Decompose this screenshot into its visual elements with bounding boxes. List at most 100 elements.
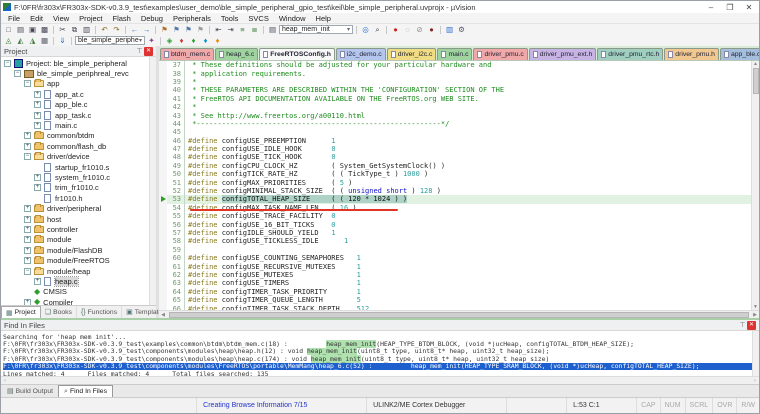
- code-line-46[interactable]: 46#define configUSE_PREEMPTION 1: [159, 137, 751, 145]
- expand-icon[interactable]: +: [24, 132, 31, 139]
- editor-tab-driver-pmu-rtc-h[interactable]: driver_pmu_rtc.h: [597, 48, 663, 60]
- nav-back-icon[interactable]: ←: [129, 25, 140, 35]
- code-line-51[interactable]: 51#define configMAX_PRIORITIES ( 5 ): [159, 178, 751, 186]
- code-line-41[interactable]: 41 * FreeRTOS API DOCUMENTATION AVAILABL…: [159, 95, 751, 103]
- tree-item-app-at-c[interactable]: +app_at.c: [1, 89, 149, 99]
- undo-icon[interactable]: ↶: [99, 25, 110, 35]
- peripherals-dialog-icon[interactable]: ♦: [200, 36, 211, 46]
- project-pin-icon[interactable]: ⊤: [135, 47, 144, 55]
- tree-item-module-heap[interactable]: −module/heap: [1, 266, 149, 276]
- breakpoint-disable-icon[interactable]: ◌: [402, 25, 413, 35]
- maximize-button[interactable]: ❐: [722, 3, 738, 12]
- save-icon[interactable]: ▣: [27, 25, 38, 35]
- paste-icon[interactable]: ▥: [81, 25, 92, 35]
- breakpoint-enable-icon[interactable]: ⊘: [414, 25, 425, 35]
- manage-rte-icon[interactable]: ◈: [164, 36, 175, 46]
- target-select-combo[interactable]: ble_simple_periphe▾: [75, 36, 145, 45]
- new-file-icon[interactable]: □: [3, 25, 14, 35]
- find-horizontal-scrollbar[interactable]: ‹ ›: [1, 376, 759, 384]
- uncomment-icon[interactable]: ≣: [249, 25, 260, 35]
- scroll-up-icon[interactable]: ▲: [753, 61, 758, 67]
- download-flash-icon[interactable]: ⇓: [57, 36, 68, 46]
- tree-item-app[interactable]: −app: [1, 79, 149, 89]
- expand-icon[interactable]: +: [24, 226, 31, 233]
- build-icon[interactable]: ◭: [15, 36, 26, 46]
- menu-help[interactable]: Help: [311, 14, 336, 23]
- tree-item-common-btdm[interactable]: +common/btdm: [1, 131, 149, 141]
- menu-window[interactable]: Window: [274, 14, 311, 23]
- tree-item-ble-simple-periphreal-revc[interactable]: −ble_simple_periphreal_revc: [1, 68, 149, 78]
- bookmark-clear-icon[interactable]: ⚑: [195, 25, 206, 35]
- expand-icon[interactable]: +: [34, 184, 41, 191]
- find-close-icon[interactable]: ✕: [747, 321, 756, 330]
- expand-icon[interactable]: +: [34, 112, 41, 119]
- collapse-icon[interactable]: −: [24, 153, 31, 160]
- code-line-63[interactable]: 63#define configUSE_TIMERS 1: [159, 279, 751, 287]
- code-line-62[interactable]: 62#define configUSE_MUTEXES 1: [159, 271, 751, 279]
- code-line-56[interactable]: 56#define configUSE_16_BIT_TICKS 0: [159, 220, 751, 228]
- tree-item-module-freertos[interactable]: +module/FreeRTOS: [1, 255, 149, 265]
- editor-tab-heap-6-c[interactable]: heap_6.c: [215, 48, 258, 60]
- bottom-tab-find-in-files[interactable]: ⌕Find In Files: [58, 385, 113, 397]
- boards-icon[interactable]: ♦: [188, 36, 199, 46]
- code-line-50[interactable]: 50#define configTICK_RATE_HZ ( ( TickTyp…: [159, 170, 751, 178]
- code-line-61[interactable]: 61#define configUSE_RECURSIVE_MUTEXES 1: [159, 262, 751, 270]
- open-file-icon[interactable]: ▤: [15, 25, 26, 35]
- menu-project[interactable]: Project: [74, 14, 107, 23]
- tree-item-driver-device[interactable]: −driver/device: [1, 152, 149, 162]
- editor-tab-i2c-demo-c[interactable]: i2c_demo.c: [336, 48, 386, 60]
- bookmark-toggle-icon[interactable]: ⚑: [159, 25, 170, 35]
- expand-icon[interactable]: +: [24, 257, 31, 264]
- editor-tab-driver-pmu-c[interactable]: driver_pmu.c: [473, 48, 527, 60]
- tree-item-module[interactable]: +module: [1, 235, 149, 245]
- tree-item-heap-c[interactable]: +heap.c: [1, 276, 149, 286]
- tree-item-controller[interactable]: +controller: [1, 224, 149, 234]
- code-line-39[interactable]: 39 *: [159, 78, 751, 86]
- code-line-53[interactable]: 53#define configTOTAL_HEAP_SIZE ( ( 120 …: [159, 195, 751, 203]
- expand-icon[interactable]: +: [24, 216, 31, 223]
- editor-tab-driver-i2c-c[interactable]: driver_i2c.c: [387, 48, 437, 60]
- tree-item-driver-peripheral[interactable]: +driver/peripheral: [1, 203, 149, 213]
- editor-horizontal-scrollbar[interactable]: ◀ ▶: [159, 310, 759, 318]
- code-line-42[interactable]: 42 *: [159, 103, 751, 111]
- expand-icon[interactable]: +: [24, 236, 31, 243]
- editor-tab-driver-pmu-ext-h[interactable]: driver_pmu_ext.h: [529, 48, 597, 60]
- save-all-icon[interactable]: ▩: [39, 25, 50, 35]
- code-line-47[interactable]: 47#define configUSE_IDLE_HOOK 0: [159, 145, 751, 153]
- editor-tab-freertosconfig-h[interactable]: FreeRTOSConfig.h: [259, 48, 335, 60]
- code-line-37[interactable]: 37 * These definitions should be adjuste…: [159, 61, 751, 69]
- menu-tools[interactable]: Tools: [216, 14, 244, 23]
- find-result-row-2[interactable]: F:\0FR\fr303x\FR303x-SDK-v0.3.9_test\com…: [3, 348, 752, 355]
- rebuild-all-icon[interactable]: ◮: [27, 36, 38, 46]
- editor-tab-driver-pmu-h[interactable]: driver_pmu.h: [664, 48, 719, 60]
- bottom-tab-build-output[interactable]: ▤Build Output: [2, 385, 58, 397]
- search-term-combo[interactable]: heap_mem_init▾: [279, 25, 353, 34]
- find-in-files-icon[interactable]: ◎: [360, 25, 371, 35]
- menu-edit[interactable]: Edit: [25, 14, 48, 23]
- expand-icon[interactable]: +: [24, 205, 31, 212]
- bookmark-prev-icon[interactable]: ⚑: [171, 25, 182, 35]
- project-tree-scrollbar[interactable]: [149, 57, 156, 305]
- editor-tab-btdm-mem-c[interactable]: btdm_mem.c: [160, 48, 214, 60]
- expand-icon[interactable]: +: [34, 278, 41, 285]
- panel-tab-books[interactable]: ❏Books: [41, 306, 77, 318]
- indent-left-icon[interactable]: ⇤: [213, 25, 224, 35]
- collapse-icon[interactable]: −: [14, 70, 21, 77]
- tree-item-fr1010-h[interactable]: fr1010.h: [1, 193, 149, 203]
- code-line-64[interactable]: 64#define configTIMER_TASK_PRIORITY 1: [159, 288, 751, 296]
- nav-forward-icon[interactable]: →: [141, 25, 152, 35]
- breakpoint-toggle-icon[interactable]: ●: [390, 25, 401, 35]
- menu-svcs[interactable]: SVCS: [243, 14, 273, 23]
- editor-tab-app-ble-c[interactable]: app_ble.c: [720, 48, 759, 60]
- tree-item-compiler[interactable]: +◆Compiler: [1, 297, 149, 305]
- scroll-down-icon[interactable]: ▼: [753, 304, 758, 310]
- editor-vscroll-thumb[interactable]: [753, 68, 759, 94]
- tree-item-project-ble-simple-peripheral[interactable]: −Project: ble_simple_peripheral: [1, 58, 149, 68]
- debug-windows-icon[interactable]: ▥: [444, 25, 455, 35]
- panel-tab-project[interactable]: ▦Project: [1, 306, 41, 318]
- scroll-left-icon[interactable]: ◀: [159, 312, 167, 318]
- minimize-button[interactable]: –: [703, 3, 719, 12]
- panel-tab-functions[interactable]: {}Functions: [77, 306, 122, 318]
- tree-item-trim-fr1010-c[interactable]: +trim_fr1010.c: [1, 183, 149, 193]
- code-line-58[interactable]: 58#define configUSE_TICKLESS_IDLE 1: [159, 237, 751, 245]
